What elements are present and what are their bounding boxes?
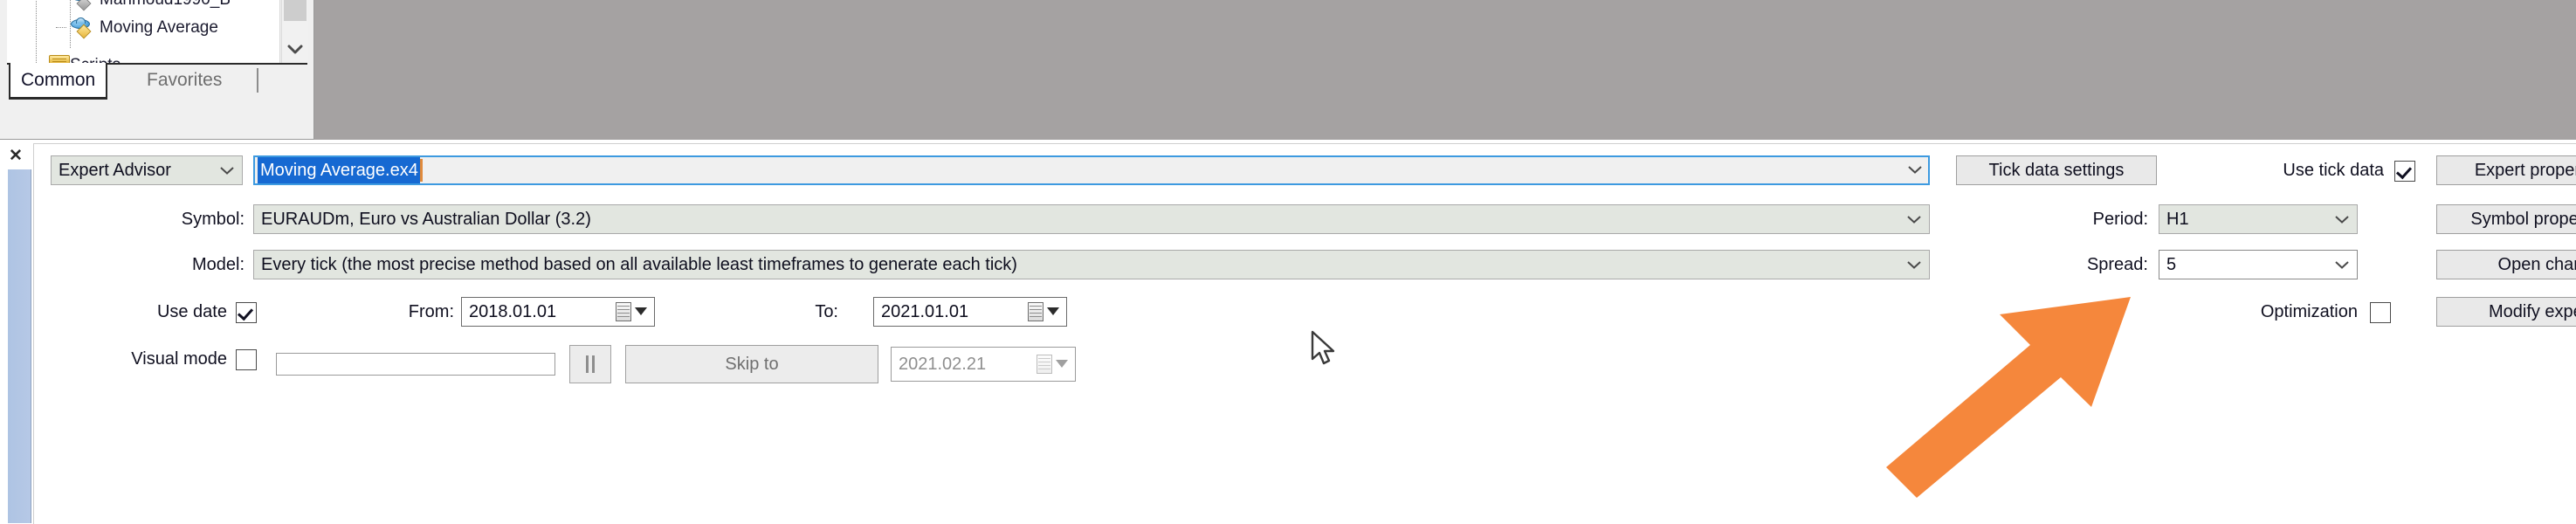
- optimization-checkbox[interactable]: [2370, 302, 2391, 323]
- use-date-label: Use date: [156, 302, 227, 321]
- caret-down-icon[interactable]: [1056, 360, 1068, 368]
- caret-down-icon[interactable]: [1047, 307, 1059, 315]
- list-item-label-clipped: Scripts: [70, 56, 121, 63]
- modify-expert-label: Modify expert: [2488, 301, 2576, 321]
- tick-data-settings-label: Tick data settings: [1988, 160, 2125, 180]
- use-tick-data-checkbox[interactable]: [2394, 161, 2415, 182]
- list-item[interactable]: Mahmoud1990_B: [70, 0, 231, 12]
- symbol-properties-label: Symbol properties: [2470, 209, 2576, 229]
- chevron-down-icon: [1906, 205, 1922, 233]
- from-date-input[interactable]: 2018.01.01: [461, 297, 655, 327]
- expert-file-field[interactable]: Moving Average.ex4: [253, 155, 1930, 185]
- expert-type-value: Expert Advisor: [59, 161, 171, 180]
- scrollbar-thumb[interactable]: [284, 0, 307, 21]
- chevron-down-icon: [219, 156, 235, 184]
- period-label: Period:: [2092, 210, 2148, 229]
- tree-connector: [56, 27, 66, 28]
- optimization-label: Optimization: [2260, 302, 2358, 321]
- chevron-down-icon[interactable]: [282, 38, 308, 61]
- close-icon[interactable]: ✕: [5, 145, 26, 166]
- to-date-value: 2021.01.01: [881, 302, 969, 321]
- text-caret: [419, 159, 423, 182]
- calendar-icon[interactable]: [1028, 302, 1043, 321]
- to-label: To:: [815, 302, 838, 321]
- navigator-scrollbar[interactable]: [281, 0, 308, 63]
- skip-to-button[interactable]: Skip to: [625, 345, 878, 383]
- skip-to-date-input[interactable]: 2021.02.21: [891, 347, 1076, 382]
- open-chart-button[interactable]: Open chart: [2436, 250, 2576, 279]
- expert-file-value: Moving Average.ex4: [258, 157, 420, 183]
- calendar-icon[interactable]: [1037, 355, 1052, 374]
- symbol-combo[interactable]: EURAUDm, Euro vs Australian Dollar (3.2): [253, 204, 1930, 234]
- visual-mode-checkbox[interactable]: [236, 349, 257, 370]
- navigator-tree-list[interactable]: MACD Sample Mahmoud1990_B Moving Average…: [7, 0, 280, 63]
- navigator-tab-bar: Common Favorites: [7, 63, 307, 103]
- navigator-panel: MACD Sample Mahmoud1990_B Moving Average…: [0, 0, 314, 140]
- tab-favorites[interactable]: Favorites: [136, 63, 232, 100]
- tick-data-settings-button[interactable]: Tick data settings: [1956, 155, 2157, 185]
- chevron-down-icon: [2334, 205, 2350, 233]
- list-item-label: Mahmoud1990_B: [100, 0, 231, 12]
- expert-advisor-icon: [70, 0, 93, 11]
- pause-icon: [584, 355, 596, 373]
- open-chart-label: Open chart: [2497, 254, 2576, 274]
- screen-root: MACD Sample Mahmoud1990_B Moving Average…: [0, 0, 2576, 524]
- strategy-tester-panel: ✕: [0, 140, 2576, 524]
- symbol-value: EURAUDm, Euro vs Australian Dollar (3.2): [261, 210, 591, 229]
- model-value: Every tick (the most precise method base…: [261, 255, 1017, 274]
- list-item-label: Moving Average: [100, 18, 218, 37]
- tab-bar-caret: [257, 68, 258, 93]
- spread-value: 5: [2166, 255, 2177, 274]
- caret-down-icon[interactable]: [635, 307, 647, 315]
- period-value: H1: [2166, 210, 2189, 229]
- use-tick-data-label: Use tick data: [2283, 161, 2384, 180]
- modify-expert-button[interactable]: Modify expert: [2436, 297, 2576, 327]
- list-item[interactable]: Moving Average: [56, 16, 218, 40]
- skip-to-label: Skip to: [725, 354, 779, 374]
- use-date-checkbox[interactable]: [236, 302, 257, 323]
- expert-properties-button[interactable]: Expert properties: [2436, 155, 2576, 185]
- to-date-input[interactable]: 2021.01.01: [873, 297, 1067, 327]
- expert-properties-label: Expert properties: [2474, 160, 2576, 180]
- tab-common[interactable]: Common: [9, 63, 108, 100]
- chevron-down-icon: [2334, 251, 2350, 279]
- tree-guide-line: [36, 0, 37, 63]
- period-combo[interactable]: H1: [2159, 204, 2358, 234]
- model-label: Model:: [191, 255, 245, 274]
- calendar-icon[interactable]: [616, 302, 631, 321]
- expert-advisor-icon: [70, 17, 93, 39]
- model-combo[interactable]: Every tick (the most precise method base…: [253, 250, 1930, 279]
- tester-content-area: [33, 143, 2576, 524]
- spread-label: Spread:: [2086, 255, 2148, 274]
- tester-side-strip[interactable]: [8, 169, 31, 523]
- script-folder-icon: [49, 55, 70, 63]
- spread-combo[interactable]: 5: [2159, 250, 2358, 279]
- from-label: From:: [408, 302, 454, 321]
- symbol-properties-button[interactable]: Symbol properties: [2436, 204, 2576, 234]
- desktop-background: [0, 0, 2576, 140]
- symbol-label: Symbol:: [181, 210, 245, 229]
- expert-type-combo[interactable]: Expert Advisor: [51, 155, 243, 185]
- pause-button[interactable]: [569, 345, 611, 383]
- visual-mode-speed-slider[interactable]: [276, 353, 555, 376]
- skip-to-date-value: 2021.02.21: [899, 355, 987, 374]
- chevron-down-icon: [1906, 251, 1922, 279]
- visual-mode-label: Visual mode: [131, 349, 227, 369]
- from-date-value: 2018.01.01: [469, 302, 557, 321]
